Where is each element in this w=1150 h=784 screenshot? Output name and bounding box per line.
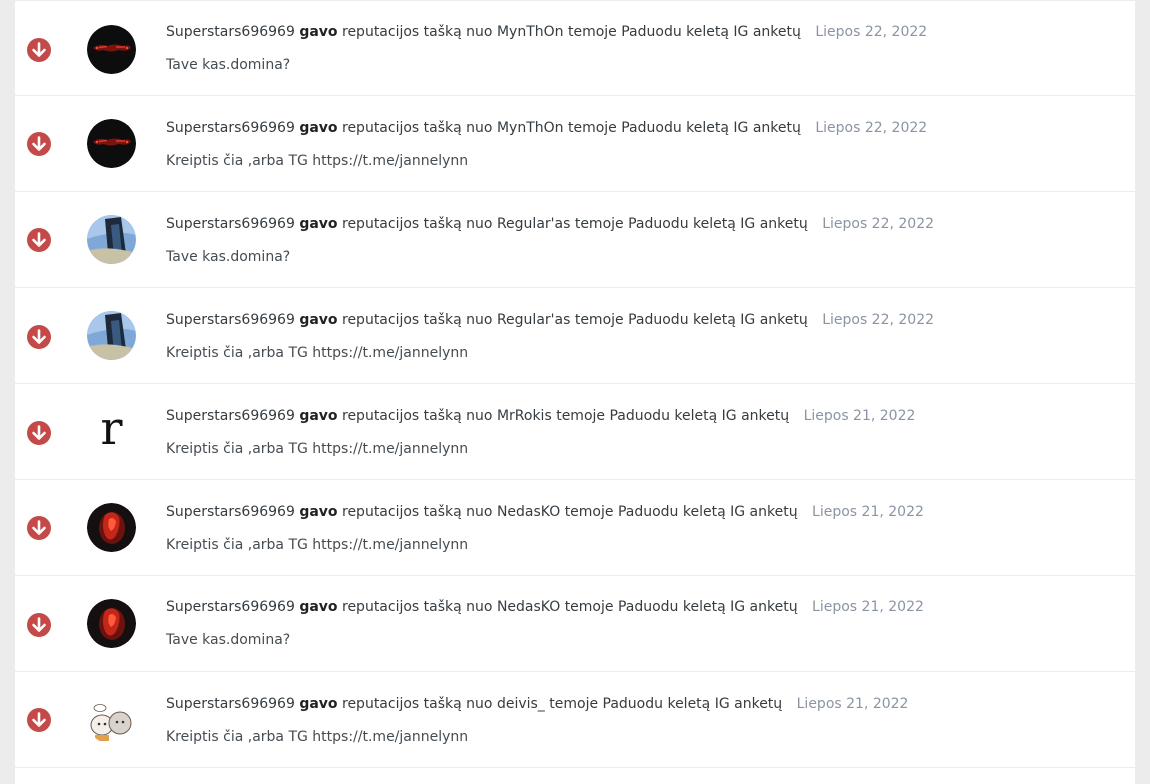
feed-item: Superstars696969 gavo reputacijos tašką … bbox=[15, 576, 1135, 672]
user-avatar[interactable] bbox=[87, 25, 136, 74]
date-link[interactable]: Liepos 22, 2022 bbox=[815, 120, 927, 136]
topic-link[interactable]: Paduodu keletą IG anketų bbox=[621, 24, 801, 40]
user-avatar[interactable]: r bbox=[87, 405, 136, 454]
post-snippet[interactable]: Kreiptis čia ,arba TG https://t.me/janne… bbox=[166, 152, 468, 170]
topic-link[interactable]: Paduodu keletą IG anketų bbox=[621, 120, 801, 136]
arrow-down-icon bbox=[27, 38, 51, 62]
feed-item: Superstars696969 gavo reputacijos tašką … bbox=[15, 192, 1135, 288]
giver-link[interactable]: deivis_ bbox=[497, 696, 545, 712]
description-text: reputacijos tašką nuo bbox=[342, 696, 493, 712]
date-link[interactable]: Liepos 22, 2022 bbox=[822, 216, 934, 232]
verb-text: gavo bbox=[299, 216, 338, 232]
giver-link[interactable]: NedasKO bbox=[497, 599, 560, 615]
recipient-link[interactable]: Superstars696969 bbox=[166, 504, 295, 520]
feed-item: Superstars696969 gavo reputacijos tašką … bbox=[15, 0, 1135, 96]
giver-link[interactable]: MrRokis bbox=[497, 408, 552, 424]
user-avatar[interactable] bbox=[87, 311, 136, 360]
post-snippet[interactable]: Kreiptis čia ,arba TG https://t.me/janne… bbox=[166, 440, 468, 458]
topic-link[interactable]: Paduodu keletą IG anketų bbox=[628, 216, 808, 232]
date-link[interactable]: Liepos 22, 2022 bbox=[815, 24, 927, 40]
arrow-down-icon bbox=[27, 421, 51, 445]
user-avatar[interactable] bbox=[87, 503, 136, 552]
recipient-link[interactable]: Superstars696969 bbox=[166, 599, 295, 615]
giver-link[interactable]: NedasKO bbox=[497, 504, 560, 520]
arrow-down-icon bbox=[27, 132, 51, 156]
verb-text: gavo bbox=[299, 120, 338, 136]
description-text: reputacijos tašką nuo bbox=[342, 24, 493, 40]
topic-prefix-text: temoje bbox=[549, 696, 599, 712]
verb-text: gavo bbox=[299, 312, 338, 328]
post-snippet[interactable]: Tave kas.domina? bbox=[166, 631, 290, 649]
topic-prefix-text: temoje bbox=[574, 312, 624, 328]
topic-link[interactable]: Paduodu keletą IG anketų bbox=[603, 696, 783, 712]
topic-prefix-text: temoje bbox=[574, 216, 624, 232]
activity-line: Superstars696969 gavo reputacijos tašką … bbox=[166, 407, 915, 425]
recipient-link[interactable]: Superstars696969 bbox=[166, 312, 295, 328]
topic-link[interactable]: Paduodu keletą IG anketų bbox=[618, 599, 798, 615]
arrow-down-icon bbox=[27, 516, 51, 540]
topic-prefix-text: temoje bbox=[564, 599, 614, 615]
date-link[interactable]: Liepos 21, 2022 bbox=[812, 599, 924, 615]
verb-text: gavo bbox=[299, 696, 338, 712]
date-link[interactable]: Liepos 21, 2022 bbox=[797, 696, 909, 712]
activity-line: Superstars696969 gavo reputacijos tašką … bbox=[166, 119, 927, 137]
arrow-down-icon bbox=[27, 228, 51, 252]
user-avatar[interactable] bbox=[87, 215, 136, 264]
topic-prefix-text: temoje bbox=[564, 504, 614, 520]
topic-link[interactable]: Paduodu keletą IG anketų bbox=[628, 312, 808, 328]
giver-link[interactable]: Regular'as bbox=[497, 216, 570, 232]
topic-link[interactable]: Paduodu keletą IG anketų bbox=[618, 504, 798, 520]
arrow-down-icon bbox=[27, 708, 51, 732]
arrow-down-icon bbox=[27, 325, 51, 349]
verb-text: gavo bbox=[299, 24, 338, 40]
description-text: reputacijos tašką nuo bbox=[342, 599, 493, 615]
topic-prefix-text: temoje bbox=[567, 24, 617, 40]
feed-item: Superstars696969 gavo reputacijos tašką … bbox=[15, 96, 1135, 192]
recipient-link[interactable]: Superstars696969 bbox=[166, 696, 295, 712]
recipient-link[interactable]: Superstars696969 bbox=[166, 408, 295, 424]
post-snippet[interactable]: Kreiptis čia ,arba TG https://t.me/janne… bbox=[166, 536, 468, 554]
feed-item: Superstars696969 gavo reputacijos tašką … bbox=[15, 672, 1135, 768]
activity-line: Superstars696969 gavo reputacijos tašką … bbox=[166, 695, 908, 713]
feed-item: Superstars696969 gavo reputacijos tašką … bbox=[15, 288, 1135, 384]
verb-text: gavo bbox=[299, 408, 338, 424]
date-link[interactable]: Liepos 21, 2022 bbox=[812, 504, 924, 520]
date-link[interactable]: Liepos 22, 2022 bbox=[822, 312, 934, 328]
recipient-link[interactable]: Superstars696969 bbox=[166, 120, 295, 136]
activity-line: Superstars696969 gavo reputacijos tašką … bbox=[166, 503, 924, 521]
activity-line: Superstars696969 gavo reputacijos tašką … bbox=[166, 215, 934, 233]
user-avatar[interactable] bbox=[87, 119, 136, 168]
arrow-down-icon bbox=[27, 613, 51, 637]
post-snippet[interactable]: Tave kas.domina? bbox=[166, 56, 290, 74]
topic-prefix-text: temoje bbox=[567, 120, 617, 136]
description-text: reputacijos tašką nuo bbox=[342, 504, 493, 520]
recipient-link[interactable]: Superstars696969 bbox=[166, 24, 295, 40]
description-text: reputacijos tašką nuo bbox=[342, 408, 493, 424]
reputation-feed: Superstars696969 gavo reputacijos tašką … bbox=[15, 0, 1135, 784]
feed-item: Superstars696969 gavo reputacijos tašką … bbox=[15, 480, 1135, 576]
post-snippet[interactable]: Tave kas.domina? bbox=[166, 248, 290, 266]
giver-link[interactable]: MynThOn bbox=[497, 120, 564, 136]
topic-prefix-text: temoje bbox=[556, 408, 606, 424]
activity-line: Superstars696969 gavo reputacijos tašką … bbox=[166, 311, 934, 329]
post-snippet[interactable]: Kreiptis čia ,arba TG https://t.me/janne… bbox=[166, 728, 468, 746]
verb-text: gavo bbox=[299, 599, 338, 615]
topic-link[interactable]: Paduodu keletą IG anketų bbox=[609, 408, 789, 424]
user-avatar[interactable] bbox=[87, 695, 136, 744]
feed-item: r Superstars696969 gavo reputacijos tašk… bbox=[15, 384, 1135, 480]
verb-text: gavo bbox=[299, 504, 338, 520]
activity-line: Superstars696969 gavo reputacijos tašką … bbox=[166, 598, 924, 616]
activity-line: Superstars696969 gavo reputacijos tašką … bbox=[166, 23, 927, 41]
description-text: reputacijos tašką nuo bbox=[342, 120, 493, 136]
date-link[interactable]: Liepos 21, 2022 bbox=[804, 408, 916, 424]
post-snippet[interactable]: Kreiptis čia ,arba TG https://t.me/janne… bbox=[166, 344, 468, 362]
giver-link[interactable]: Regular'as bbox=[497, 312, 570, 328]
recipient-link[interactable]: Superstars696969 bbox=[166, 216, 295, 232]
giver-link[interactable]: MynThOn bbox=[497, 24, 564, 40]
user-avatar[interactable] bbox=[87, 599, 136, 648]
description-text: reputacijos tašką nuo bbox=[342, 216, 493, 232]
description-text: reputacijos tašką nuo bbox=[342, 312, 493, 328]
